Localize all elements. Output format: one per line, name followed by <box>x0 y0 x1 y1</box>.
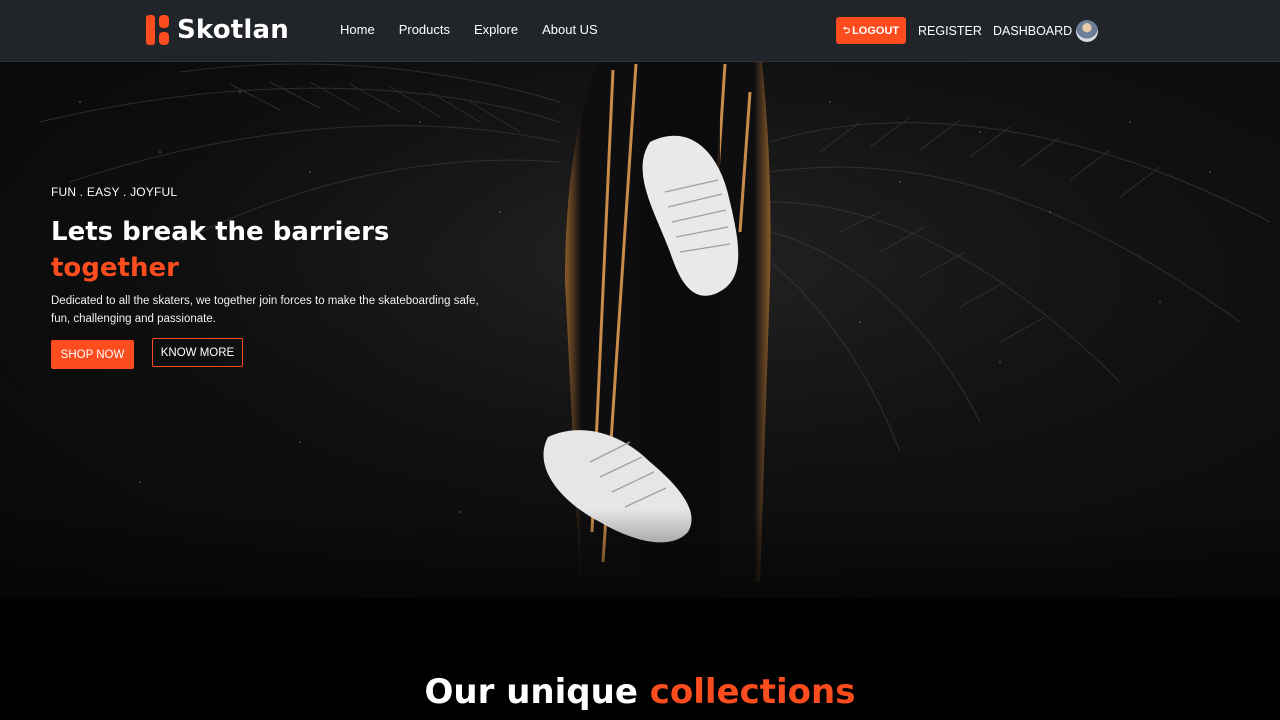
hero-section: FUN . EASY . JOYFUL Lets break the barri… <box>0 62 1280 599</box>
hero-description: Dedicated to all the skaters, we togethe… <box>51 295 479 325</box>
sign-out-icon: ⮌ <box>842 24 851 35</box>
dashboard-link[interactable]: DASHBOARD <box>993 24 1072 38</box>
user-avatar[interactable] <box>1076 20 1098 42</box>
collections-section: Our unique collections <box>0 599 1280 720</box>
collections-title: Our unique collections <box>0 672 1280 712</box>
navbar: Skotlan Home Products Explore About US ⮌… <box>0 0 1280 62</box>
hero-eyebrow: FUN . EASY . JOYFUL <box>51 185 178 199</box>
nav-link-about[interactable]: About US <box>542 22 598 37</box>
main-nav: Home Products Explore About US <box>340 22 622 37</box>
logout-button[interactable]: ⮌ LOGOUT <box>836 17 906 44</box>
nav-link-products[interactable]: Products <box>399 22 450 37</box>
register-link[interactable]: REGISTER <box>918 24 982 38</box>
hero-bottom-fade <box>0 509 1280 599</box>
hero-title: Lets break the barriers together <box>51 214 389 286</box>
logout-label: LOGOUT <box>852 24 900 37</box>
hero-title-accent: together <box>51 253 179 283</box>
brand-logo[interactable]: Skotlan <box>146 14 289 46</box>
know-more-button[interactable]: KNOW MORE <box>152 338 243 367</box>
collections-title-plain: Our unique <box>424 672 638 712</box>
collections-title-accent: collections <box>649 672 856 712</box>
brand-mark-icon <box>146 15 170 45</box>
nav-link-home[interactable]: Home <box>340 22 375 37</box>
shop-now-button[interactable]: SHOP NOW <box>51 340 134 369</box>
brand-name: Skotlan <box>177 15 289 45</box>
nav-link-explore[interactable]: Explore <box>474 22 518 37</box>
hero-title-line: Lets break the barriers <box>51 217 390 247</box>
